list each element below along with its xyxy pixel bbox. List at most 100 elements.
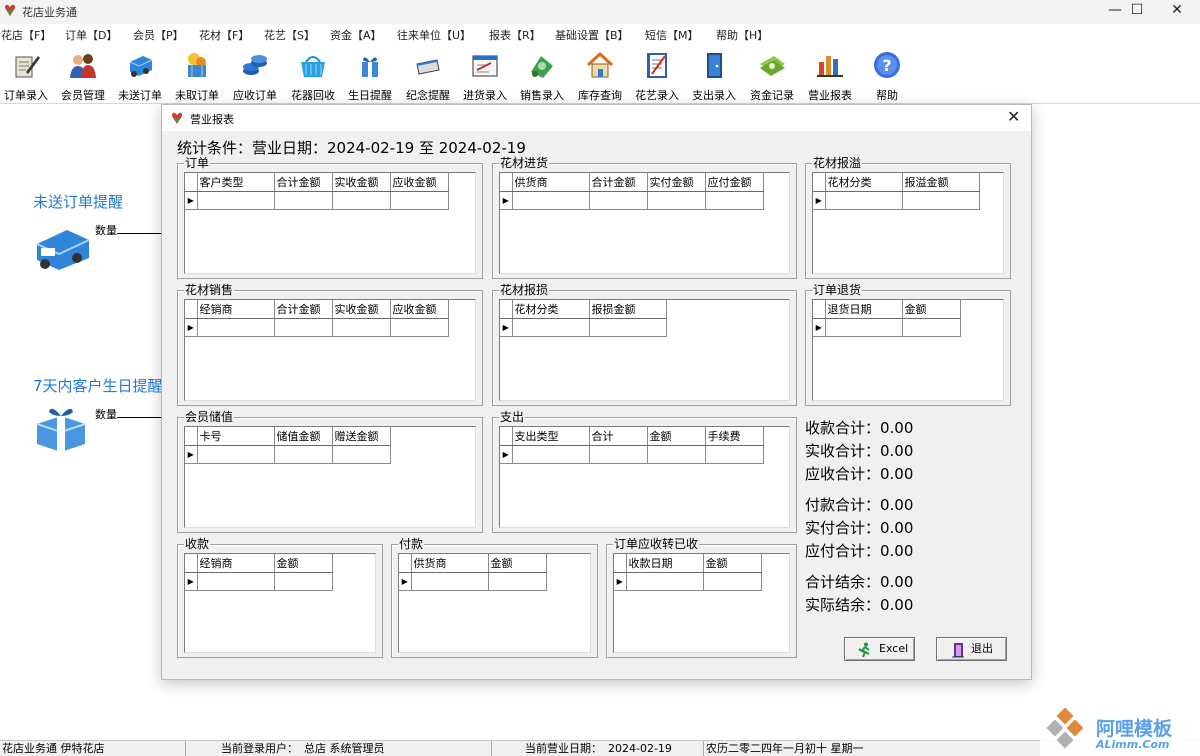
receipt-grid[interactable]: 经销商 金额 ▶ [184, 553, 376, 653]
table-row[interactable]: ▶ [813, 191, 980, 210]
toolbar-report-button[interactable]: 营业报表 [801, 50, 859, 102]
toolbar-inventory-button[interactable]: 库存查询 [571, 50, 629, 102]
table-row[interactable]: ▶ [185, 318, 449, 337]
column-header[interactable]: 金额 [274, 554, 333, 573]
table-row[interactable]: ▶ [500, 318, 667, 337]
column-header[interactable]: 合计金额 [589, 173, 648, 192]
column-header[interactable]: 实付金额 [647, 173, 706, 192]
column-header[interactable]: 合计 [589, 427, 648, 446]
column-header[interactable]: 合计金额 [274, 300, 333, 319]
menu-funds[interactable]: 资金【A】 [330, 27, 382, 43]
column-header[interactable]: 供货商 [512, 173, 590, 192]
sales-grid[interactable]: 经销商 合计金额 实收金额 应收金额 ▶ [184, 299, 476, 401]
table-row[interactable]: ▶ [399, 572, 547, 591]
row-indicator-icon: ▶ [399, 572, 412, 591]
toolbar-purchase-button[interactable]: 进货录入 [456, 50, 514, 102]
overflow-grid[interactable]: 花材分类 报溢金额 ▶ [812, 172, 1004, 274]
column-header[interactable]: 花材分类 [825, 173, 903, 192]
toolbar-member-button[interactable]: 会员管理 [54, 50, 112, 102]
column-header[interactable]: 报损金额 [589, 300, 667, 319]
table-row[interactable]: ▶ [813, 318, 961, 337]
status-date-value: 2024-02-19 [606, 741, 704, 756]
column-header[interactable]: 实收金额 [332, 300, 391, 319]
excel-export-button[interactable]: Excel [844, 637, 915, 661]
toolbar-memorial-button[interactable]: 纪念提醒 [399, 50, 457, 102]
column-header[interactable]: 合计金额 [274, 173, 333, 192]
purchase-grid[interactable]: 供货商 合计金额 实付金额 应付金额 ▶ [499, 172, 790, 274]
column-header[interactable]: 应付金额 [705, 173, 764, 192]
table-row[interactable]: ▶ [185, 191, 449, 210]
toolbar-sales-button[interactable]: 销售录入 [513, 50, 571, 102]
column-header[interactable]: 应收金额 [390, 300, 449, 319]
payment-grid[interactable]: 供货商 金额 ▶ [398, 553, 591, 653]
member-icon [70, 54, 96, 78]
column-header[interactable]: 金额 [488, 554, 547, 573]
toolbar-vase-recycle-button[interactable]: 花器回收 [284, 50, 342, 102]
column-header[interactable]: 赠送金额 [332, 427, 391, 446]
column-header[interactable]: 储值金额 [274, 427, 333, 446]
column-header[interactable]: 支出类型 [512, 427, 590, 446]
column-header[interactable]: 报溢金额 [902, 173, 980, 192]
converted-grid[interactable]: 收款日期 金额 ▶ [613, 553, 790, 653]
toolbar-birthday-button[interactable]: 生日提醒 [341, 50, 399, 102]
column-header[interactable]: 手续费 [705, 427, 764, 446]
toolbar-undelivered-button[interactable]: 未送订单 [111, 50, 169, 102]
menu-floral-art[interactable]: 花艺【S】 [264, 27, 315, 43]
dialog-title: 营业报表 [190, 113, 234, 126]
table-row[interactable]: ▶ [185, 572, 333, 591]
menu-sms[interactable]: 短信【M】 [645, 27, 699, 43]
birthday-reminder-title[interactable]: 7天内客户生日提醒 [33, 375, 163, 396]
money-icon [760, 56, 785, 76]
menu-reports[interactable]: 报表【R】 [489, 27, 541, 43]
menu-settings[interactable]: 基础设置【B】 [555, 27, 629, 43]
gift-icon [362, 57, 378, 77]
menu-material[interactable]: 花材【F】 [199, 27, 249, 43]
column-header[interactable]: 卡号 [197, 427, 275, 446]
column-header[interactable]: 客户类型 [197, 173, 275, 192]
expense-grid[interactable]: 支出类型 合计 金额 手续费 ▶ [499, 426, 790, 528]
refund-grid[interactable]: 退货日期 金额 ▶ [812, 299, 1004, 401]
order-grid[interactable]: 客户类型 合计金额 实收金额 应收金额 ▶ [184, 172, 476, 274]
toolbar-order-entry-button[interactable]: 订单录入 [0, 50, 55, 102]
table-row[interactable]: ▶ [614, 572, 762, 591]
column-header[interactable]: 收款日期 [626, 554, 704, 573]
table-row[interactable]: ▶ [500, 191, 764, 210]
notebook-icon [647, 53, 667, 78]
close-button[interactable]: ✕ [1154, 0, 1200, 22]
toolbar-floral-entry-button[interactable]: 花艺录入 [628, 50, 686, 102]
menu-shop[interactable]: 花店【F】 [1, 27, 51, 43]
toolbar-expense-button[interactable]: 支出录入 [685, 50, 743, 102]
column-header[interactable]: 花材分类 [512, 300, 590, 319]
table-row[interactable]: ▶ [500, 445, 764, 464]
table-row[interactable]: ▶ [185, 445, 391, 464]
toolbar-unpicked-button[interactable]: 未取订单 [168, 50, 226, 102]
column-header[interactable]: 供货商 [411, 554, 489, 573]
damage-group-label: 花材报损 [499, 283, 550, 297]
undelivered-reminder-title[interactable]: 未送订单提醒 [33, 191, 123, 212]
column-header[interactable]: 金额 [647, 427, 706, 446]
exit-button[interactable]: 退出 [936, 637, 1007, 661]
sales-group-label: 花材销售 [184, 283, 235, 297]
menu-help[interactable]: 帮助【H】 [716, 27, 768, 43]
deposit-grid[interactable]: 卡号 储值金额 赠送金额 ▶ [184, 426, 476, 528]
menu-member[interactable]: 会员【P】 [133, 27, 184, 43]
dialog-close-button[interactable]: ✕ [1007, 107, 1020, 126]
due-receipt-total: 应收合计：0.00 [805, 465, 914, 483]
dialog-title-bar[interactable]: 营业报表 ✕ [162, 105, 1031, 131]
column-header[interactable]: 应收金额 [390, 173, 449, 192]
column-header[interactable]: 经销商 [197, 300, 275, 319]
column-header[interactable]: 实收金额 [332, 173, 391, 192]
column-header[interactable]: 金额 [703, 554, 762, 573]
exit-door-icon [952, 643, 964, 658]
menu-partners[interactable]: 往来单位【U】 [397, 27, 471, 43]
toolbar-receivable-button[interactable]: 应收订单 [226, 50, 284, 102]
toolbar-funds-button[interactable]: 资金记录 [743, 50, 801, 102]
column-header[interactable]: 经销商 [197, 554, 275, 573]
toolbar-help-button[interactable]: ? 帮助 [858, 50, 916, 102]
menu-order[interactable]: 订单【D】 [65, 27, 117, 43]
column-header[interactable]: 退货日期 [825, 300, 903, 319]
row-indicator-icon: ▶ [500, 318, 513, 337]
birthday-qty-label: 数量 [95, 408, 117, 421]
damage-grid[interactable]: 花材分类 报损金额 ▶ [499, 299, 790, 401]
column-header[interactable]: 金额 [902, 300, 961, 319]
